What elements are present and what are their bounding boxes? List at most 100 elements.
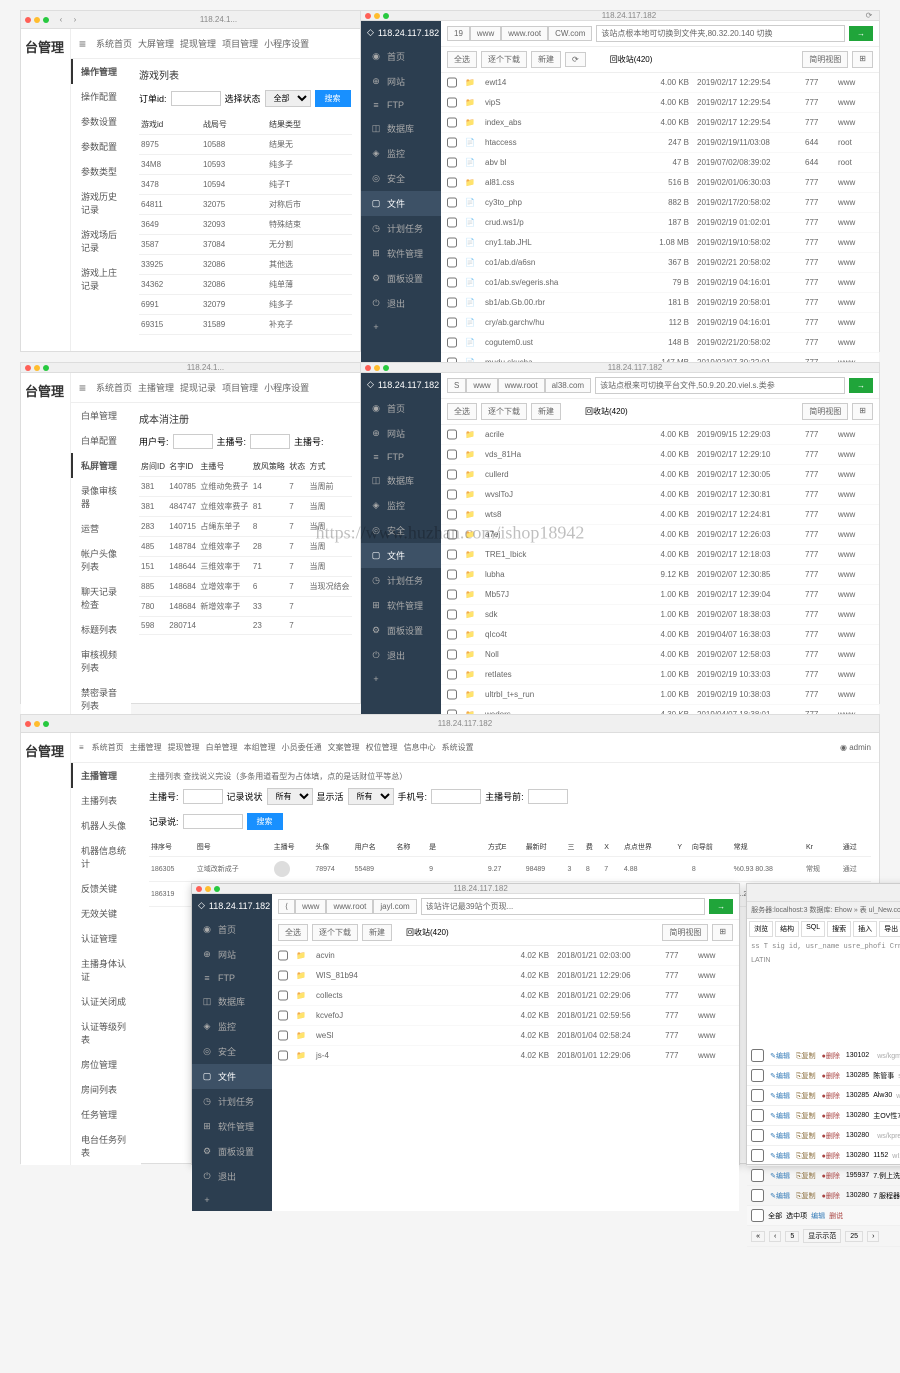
bt-menu-item[interactable]: + [361, 668, 441, 690]
bt-menu-item[interactable]: ◷计划任务 [192, 1089, 272, 1114]
crumb-seg[interactable]: al38.com [545, 378, 591, 393]
nav-back-icon[interactable]: ‹ [55, 15, 67, 24]
user-label[interactable]: ◉ admin [840, 743, 871, 752]
recycle-label[interactable]: 回收站(420) [585, 406, 628, 417]
nav-item[interactable]: 大屏管理 [138, 39, 174, 49]
nav-item[interactable]: 项目管理 [222, 383, 258, 393]
refresh-icon[interactable]: ⟳ [565, 52, 586, 67]
db-row[interactable]: ✎编辑 ⎘复制 ●删除130285陈管事slalkgm8lvmows/设计 [747, 1066, 900, 1086]
db-row[interactable]: ✎编辑 ⎘复制 ●删除130280主OV性7s卫队 [747, 1106, 900, 1126]
sidebar-item[interactable]: 审核视频列表 [71, 642, 131, 680]
nav-item[interactable]: 系统首页 [96, 383, 132, 393]
file-checkbox[interactable] [447, 336, 457, 349]
bt-menu-item[interactable]: ◫数据库 [361, 116, 441, 141]
file-row[interactable]: 📁acvin4.02 KB2018/01/21 02:03:00777www [272, 946, 739, 966]
db-tab[interactable]: 浏览 [749, 921, 773, 937]
bt-menu-item[interactable]: ⊕网站 [361, 421, 441, 446]
phone-input[interactable] [431, 789, 481, 804]
db-row-checkbox[interactable] [751, 1049, 764, 1062]
file-row[interactable]: 📄sb1/ab.Gb.00.rbr181 B2019/02/19 20:58:0… [441, 293, 879, 313]
bt-menu-item[interactable]: + [361, 316, 441, 338]
table-row[interactable]: 347810594纯子T [139, 175, 352, 195]
bt-menu-item[interactable]: ⊞软件管理 [361, 241, 441, 266]
go-button[interactable]: → [849, 26, 873, 41]
nav-item[interactable]: 系统设置 [442, 743, 474, 752]
download-button[interactable]: 逐个下载 [481, 403, 527, 420]
db-tab[interactable]: 搜索 [827, 921, 851, 937]
bt-menu-item[interactable]: ◈监控 [361, 493, 441, 518]
new-button[interactable]: 新建 [531, 403, 561, 420]
table-row[interactable]: 6481132075对称后市 [139, 195, 352, 215]
file-checkbox[interactable] [447, 76, 457, 89]
db-row-checkbox[interactable] [751, 1129, 764, 1142]
file-row[interactable]: 📁ultrbI_t+s_run1.00 KB2019/02/19 10:38:0… [441, 685, 879, 705]
nav-item[interactable]: 提现记录 [180, 383, 216, 393]
nav-fwd-icon[interactable]: › [69, 15, 81, 24]
crumb-seg[interactable]: www.root [501, 26, 548, 41]
bt-menu-item[interactable]: ◫数据库 [361, 468, 441, 493]
file-checkbox[interactable] [447, 136, 457, 149]
crumb-seg[interactable]: S [447, 378, 466, 393]
delete-action[interactable]: ●删除 [820, 1150, 842, 1162]
table-row[interactable]: 283140715占绳东单子87当周 [139, 517, 352, 537]
edit-action[interactable]: ✎编辑 [768, 1090, 792, 1102]
bt-menu-item[interactable]: ◷计划任务 [361, 216, 441, 241]
copy-action[interactable]: ⎘复制 [794, 1150, 818, 1162]
bt-menu-item[interactable]: ◎安全 [361, 166, 441, 191]
copy-action[interactable]: ⎘复制 [794, 1110, 818, 1122]
file-checkbox[interactable] [278, 969, 288, 982]
bt-menu-item[interactable]: ◫数据库 [192, 989, 272, 1014]
sidebar-item[interactable]: 无效关键 [71, 901, 141, 926]
table-row[interactable]: 364932093特殊结束 [139, 215, 352, 235]
file-checkbox[interactable] [447, 216, 457, 229]
copy-action[interactable]: ⎘复制 [794, 1050, 818, 1062]
file-checkbox[interactable] [447, 688, 457, 701]
file-checkbox[interactable] [447, 648, 457, 661]
state-select[interactable]: 所有 [267, 788, 313, 805]
bt-menu-item[interactable]: + [192, 1189, 272, 1211]
file-row[interactable]: 📁collects4.02 KB2018/01/21 02:29:06777ww… [272, 986, 739, 1006]
table-row[interactable]: 34M810593纯多子 [139, 155, 352, 175]
table-row[interactable]: 897510588结果无 [139, 135, 352, 155]
address-bar[interactable]: 118.24.117.182 [55, 719, 875, 728]
sidebar-item[interactable]: 私屏管理 [71, 453, 131, 478]
file-row[interactable]: 📁TRE1_Ibick4.00 KB2019/02/17 12:18:03777… [441, 545, 879, 565]
table-row[interactable]: 6931531589补充子 [139, 315, 352, 335]
path-input[interactable]: 该站点根来可切换平台文件,50.9.20.20.viel.s.类参 [595, 377, 845, 394]
bt-menu-item[interactable]: ▢文件 [361, 191, 441, 216]
anchor-input[interactable] [183, 789, 223, 804]
file-checkbox[interactable] [447, 196, 457, 209]
bt-menu-item[interactable]: ⊞软件管理 [361, 593, 441, 618]
go-button[interactable]: → [849, 378, 873, 393]
file-checkbox[interactable] [447, 508, 457, 521]
copy-action[interactable]: ⎘复制 [794, 1170, 818, 1182]
table-row[interactable]: 381484747立维效率费子817当周 [139, 497, 352, 517]
file-checkbox[interactable] [447, 668, 457, 681]
db-tab[interactable]: 结构 [775, 921, 799, 937]
file-row[interactable]: 📄abv bl47 B2019/07/02/08:39:02644root [441, 153, 879, 173]
recycle-label[interactable]: 回收站(420) [610, 54, 653, 65]
file-row[interactable]: 📁wts84.00 KB2019/02/17 12:24:81777www [441, 505, 879, 525]
path-input[interactable]: 该站点根本地可切换到文件夹,80.32.20.140 切换 [596, 25, 845, 42]
db-tab[interactable]: 插入 [853, 921, 877, 937]
file-checkbox[interactable] [447, 296, 457, 309]
delete-action[interactable]: ●删除 [820, 1190, 842, 1202]
sidebar-item[interactable]: 主播列表 [71, 788, 141, 813]
bt-menu-item[interactable]: ⏻退出 [361, 643, 441, 668]
file-checkbox[interactable] [447, 236, 457, 249]
file-row[interactable]: 📁index_abs4.00 KB2019/02/17 12:29:54777w… [441, 113, 879, 133]
file-row[interactable]: 📁vipS4.00 KB2019/02/17 12:29:54777www [441, 93, 879, 113]
view-button[interactable]: 简明视图 [802, 51, 848, 68]
delete-action[interactable]: ●删除 [820, 1070, 842, 1082]
edit-action[interactable]: ✎编辑 [768, 1070, 792, 1082]
bt-menu-item[interactable]: ▢文件 [192, 1064, 272, 1089]
db-row[interactable]: ✎编辑 ⎘复制 ●删除1302801152wI1pv8cnsO06设计 [747, 1146, 900, 1166]
copy-action[interactable]: ⎘复制 [794, 1090, 818, 1102]
new-button[interactable]: 新建 [531, 51, 561, 68]
bt-menu-item[interactable]: ≡FTP [361, 446, 441, 468]
edit-action[interactable]: ✎编辑 [768, 1110, 792, 1122]
copy-action[interactable]: ⎘复制 [794, 1130, 818, 1142]
sidebar-item[interactable]: 认证管理 [71, 926, 141, 951]
bt-menu-item[interactable]: ⚙面板设置 [192, 1139, 272, 1164]
pagination-item[interactable]: « [751, 1231, 765, 1242]
